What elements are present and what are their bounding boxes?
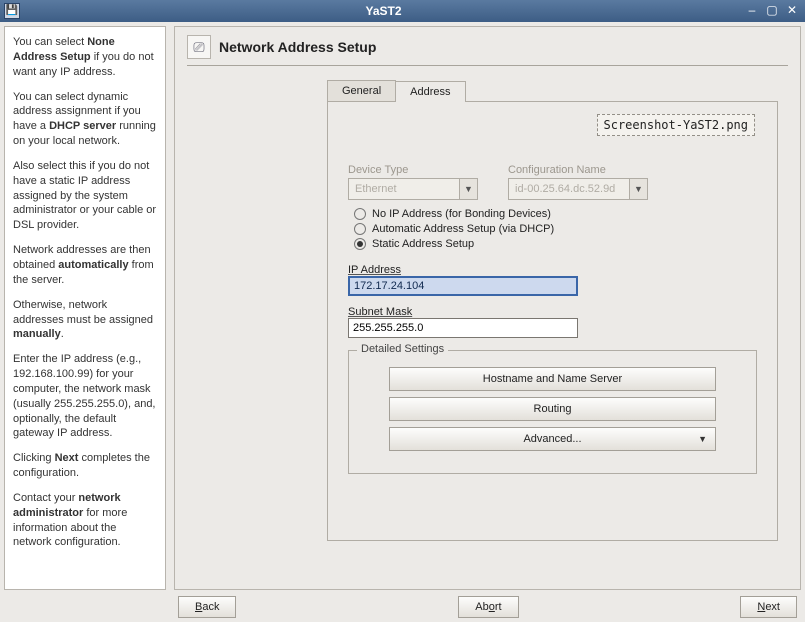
device-type-select[interactable]: Ethernet ▼ [348, 178, 478, 200]
radio-label: Automatic Address Setup (via DHCP) [372, 223, 554, 235]
help-paragraph: Contact your network administrator for m… [13, 491, 157, 550]
device-type-value: Ethernet [349, 183, 459, 195]
tab-panel-address: Screenshot-YaST2.png Device Type Etherne… [327, 101, 778, 541]
back-button[interactable]: Back [178, 596, 236, 618]
detailed-settings-legend: Detailed Settings [357, 343, 448, 355]
chevron-down-icon[interactable]: ▼ [459, 179, 477, 199]
radio-static[interactable]: Static Address Setup [354, 238, 757, 250]
help-paragraph: You can select None Address Setup if you… [13, 35, 157, 80]
config-name-select: id-00.25.64.dc.52.9d ▼ [508, 178, 648, 200]
page-icon: ⎚ [187, 35, 211, 59]
wizard-footer: Back Abort Next [4, 590, 801, 618]
page-title: Network Address Setup [219, 39, 376, 55]
window-title: YaST2 [26, 4, 741, 18]
maximize-button[interactable]: ▢ [763, 3, 781, 19]
radio-dhcp[interactable]: Automatic Address Setup (via DHCP) [354, 223, 757, 235]
chevron-down-icon: ▼ [698, 434, 707, 444]
routing-button[interactable]: Routing [389, 397, 716, 421]
help-paragraph: Network addresses are then obtained auto… [13, 243, 157, 288]
ip-address-input[interactable] [348, 276, 578, 296]
help-paragraph: Enter the IP address (e.g., 192.168.100.… [13, 352, 157, 441]
app-icon: 💾 [4, 3, 20, 19]
advanced-button[interactable]: Advanced...▼ [389, 427, 716, 451]
abort-button[interactable]: Abort [458, 596, 518, 618]
radio-label: No IP Address (for Bonding Devices) [372, 208, 551, 220]
detailed-settings: Detailed Settings Hostname and Name Serv… [348, 350, 757, 474]
help-paragraph: You can select dynamic address assignmen… [13, 90, 157, 149]
ip-address-label: IP Address [348, 264, 757, 276]
help-paragraph: Also select this if you do not have a st… [13, 159, 157, 233]
radio-icon [354, 208, 366, 220]
help-pane: You can select None Address Setup if you… [4, 26, 166, 590]
tabs: General Address [327, 80, 788, 101]
radio-icon [354, 238, 366, 250]
config-name-label: Configuration Name [508, 164, 648, 176]
tab-address[interactable]: Address [395, 81, 465, 102]
device-type-label: Device Type [348, 164, 478, 176]
next-button[interactable]: Next [740, 596, 797, 618]
help-paragraph: Otherwise, network addresses must be ass… [13, 298, 157, 343]
help-paragraph: Clicking Next completes the configuratio… [13, 451, 157, 481]
radio-icon [354, 223, 366, 235]
app-window: 💾 YaST2 – ▢ ✕ You can select None Addres… [0, 0, 805, 622]
subnet-mask-input[interactable] [348, 318, 578, 338]
screenshot-hint: Screenshot-YaST2.png [597, 114, 756, 136]
close-button[interactable]: ✕ [783, 3, 801, 19]
chevron-down-icon: ▼ [629, 179, 647, 199]
content-row: You can select None Address Setup if you… [4, 26, 801, 590]
main-header: ⎚ Network Address Setup [187, 35, 788, 66]
minimize-button[interactable]: – [743, 3, 761, 19]
main-pane: ⎚ Network Address Setup General Address … [174, 26, 801, 590]
address-mode-radios: No IP Address (for Bonding Devices) Auto… [354, 208, 757, 250]
tab-general[interactable]: General [327, 80, 396, 101]
config-name-value: id-00.25.64.dc.52.9d [509, 183, 629, 195]
device-row: Device Type Ethernet ▼ Configuration Nam… [348, 164, 757, 200]
subnet-mask-label: Subnet Mask [348, 306, 757, 318]
radio-label: Static Address Setup [372, 238, 474, 250]
client-area: You can select None Address Setup if you… [0, 22, 805, 622]
radio-no-ip[interactable]: No IP Address (for Bonding Devices) [354, 208, 757, 220]
titlebar: 💾 YaST2 – ▢ ✕ [0, 0, 805, 22]
hostname-button[interactable]: Hostname and Name Server [389, 367, 716, 391]
